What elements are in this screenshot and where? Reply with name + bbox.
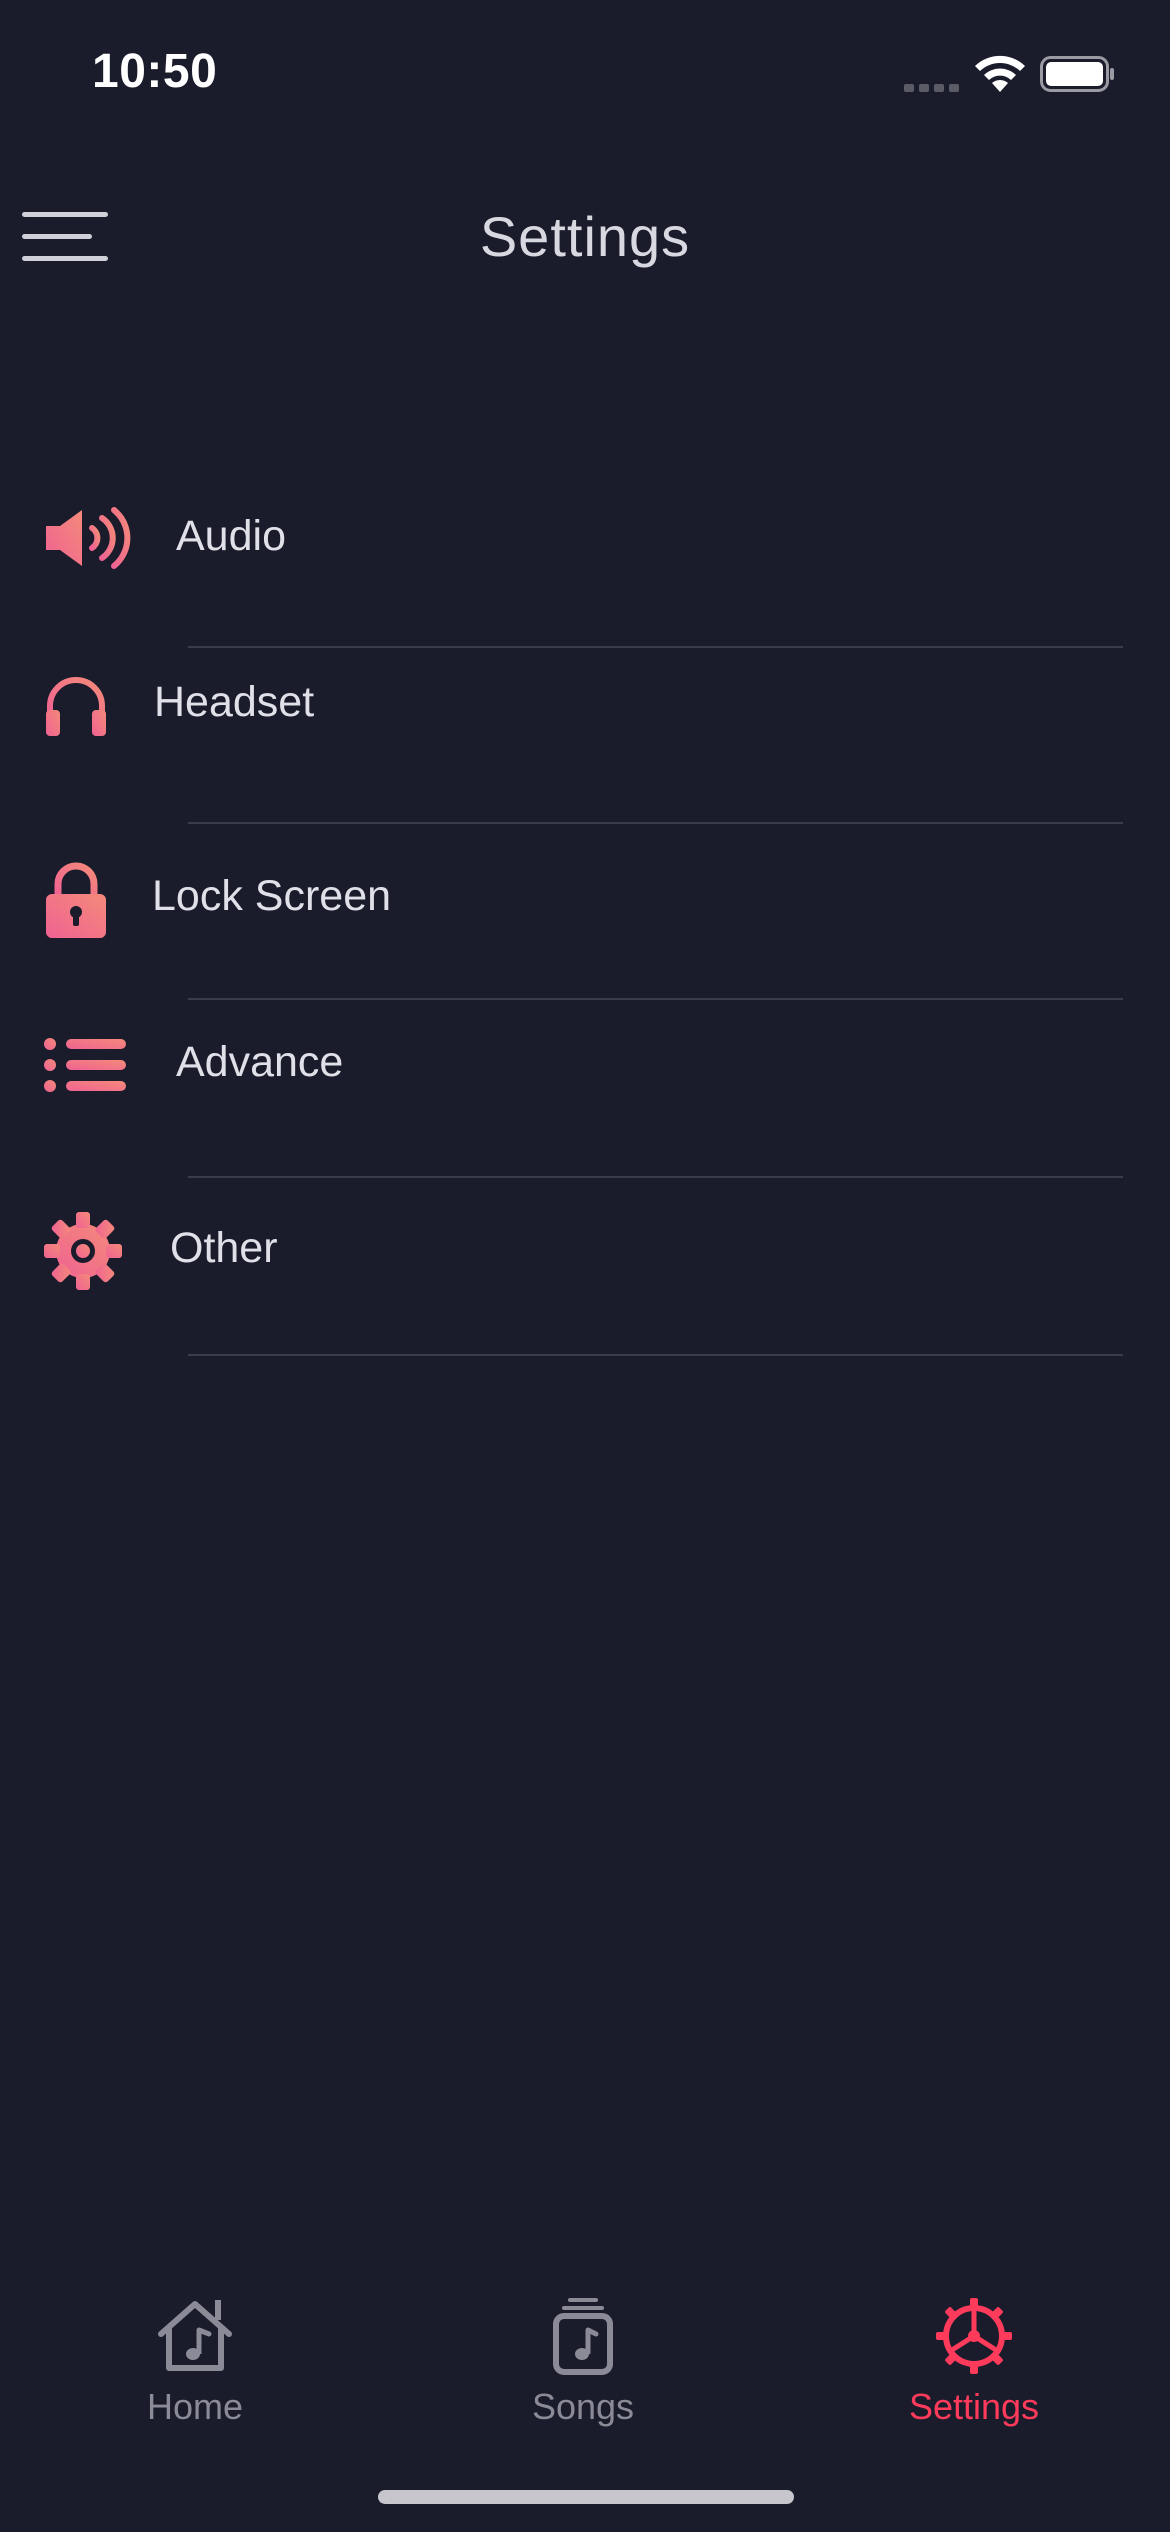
- cellular-signal-icon: [904, 84, 959, 92]
- status-time: 10:50: [92, 45, 218, 98]
- settings-item-label: Audio: [176, 512, 286, 560]
- page-title: Settings: [479, 205, 691, 268]
- divider: [188, 1176, 1123, 1178]
- divider: [188, 822, 1123, 824]
- speaker-icon: [46, 507, 131, 569]
- tab-settings[interactable]: Settings: [844, 2280, 1104, 2440]
- divider: [188, 998, 1123, 1000]
- settings-item-other[interactable]: Other: [0, 1180, 1170, 1356]
- home-music-icon: [158, 2300, 232, 2371]
- list-icon: [44, 1038, 126, 1092]
- songs-stack-icon: [553, 2298, 613, 2375]
- settings-item-label: Advance: [176, 1038, 344, 1086]
- header: Settings: [0, 180, 1170, 290]
- settings-item-headset[interactable]: Headset: [0, 650, 1170, 826]
- settings-gear-icon: [936, 2298, 1012, 2374]
- settings-item-lock-screen[interactable]: Lock Screen: [0, 826, 1170, 1002]
- tab-label: Songs: [531, 2386, 635, 2427]
- tab-home[interactable]: Home: [65, 2280, 325, 2440]
- settings-item-advance[interactable]: Advance: [0, 1002, 1170, 1178]
- gear-icon: [44, 1212, 122, 1290]
- lock-icon: [46, 862, 106, 938]
- tab-label: Settings: [908, 2386, 1040, 2427]
- divider: [188, 1354, 1123, 1356]
- home-indicator[interactable]: [378, 2490, 794, 2504]
- battery-icon: [1040, 56, 1114, 92]
- tab-label: Home: [146, 2386, 244, 2427]
- tab-bar: Home Songs Settings: [0, 2280, 1170, 2440]
- wifi-icon: [975, 55, 1025, 92]
- settings-item-label: Headset: [154, 678, 315, 726]
- settings-item-label: Other: [170, 1224, 278, 1272]
- status-bar: 10:50: [0, 0, 1170, 140]
- tab-songs[interactable]: Songs: [453, 2280, 713, 2440]
- divider: [188, 646, 1123, 648]
- settings-item-audio[interactable]: Audio: [0, 460, 1170, 636]
- headphones-icon: [46, 677, 106, 736]
- settings-item-label: Lock Screen: [152, 872, 392, 920]
